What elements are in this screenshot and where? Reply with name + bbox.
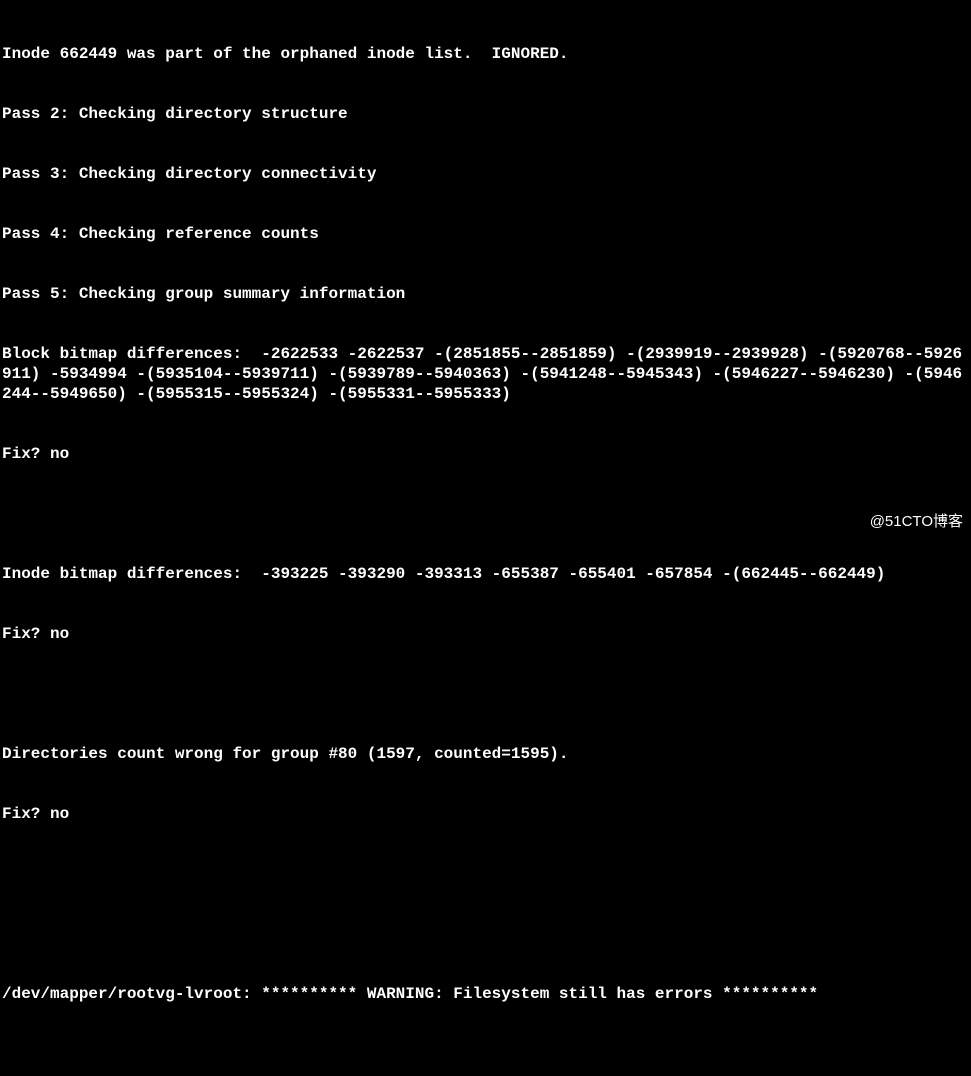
output-line (2, 504, 969, 524)
output-line: Inode 662449 was part of the orphaned in… (2, 44, 969, 64)
output-line: Pass 4: Checking reference counts (2, 224, 969, 244)
output-line: Pass 5: Checking group summary informati… (2, 284, 969, 304)
output-line: Fix? no (2, 804, 969, 824)
output-line: Directories count wrong for group #80 (1… (2, 744, 969, 764)
output-line (2, 924, 969, 944)
output-line: Pass 3: Checking directory connectivity (2, 164, 969, 184)
output-line: Fix? no (2, 624, 969, 644)
output-line (2, 684, 969, 704)
output-line: /dev/mapper/rootvg-lvroot: ********** WA… (2, 984, 969, 1004)
output-line (2, 1044, 969, 1064)
output-line: Fix? no (2, 444, 969, 464)
terminal-output: Inode 662449 was part of the orphaned in… (2, 4, 969, 1076)
output-line (2, 864, 969, 884)
output-line: Pass 2: Checking directory structure (2, 104, 969, 124)
output-line: Inode bitmap differences: -393225 -39329… (2, 564, 969, 584)
watermark-text: @51CTO博客 (870, 513, 963, 532)
output-line: Block bitmap differences: -2622533 -2622… (2, 344, 969, 404)
